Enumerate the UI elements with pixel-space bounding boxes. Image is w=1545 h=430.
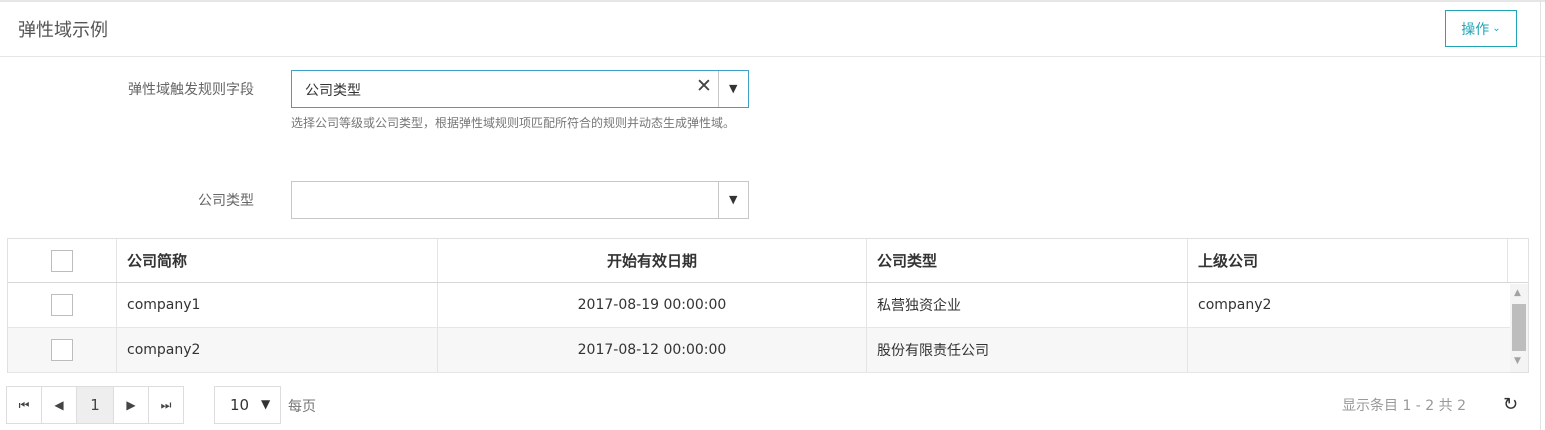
select-all-checkbox[interactable] bbox=[51, 249, 73, 272]
pagination-summary: 显示条目 1 - 2 共 2 bbox=[1342, 398, 1467, 414]
current-page-button[interactable]: 1 bbox=[76, 386, 114, 424]
cell-parent: company2 bbox=[1198, 297, 1272, 313]
chevron-down-icon: ⌄ bbox=[1492, 22, 1501, 34]
header-select-cell bbox=[8, 239, 117, 282]
table-row[interactable]: company1 2017-08-19 00:00:00 私营独资企业 comp… bbox=[8, 283, 1510, 328]
operations-label: 操作 bbox=[1461, 21, 1490, 38]
trigger-field-combobox[interactable]: 公司类型 ✕ ▼ bbox=[291, 70, 749, 108]
pagination: ⏮ ◀ 1 ▶ ⏭ bbox=[6, 386, 184, 424]
refresh-icon[interactable]: ↻ bbox=[1503, 394, 1518, 415]
company-grid: 公司简称 开始有效日期 公司类型 上级公司 company1 2017-08-1… bbox=[7, 238, 1529, 373]
dropdown-arrow-icon[interactable]: ▼ bbox=[729, 193, 737, 206]
dropdown-arrow-icon[interactable]: ▼ bbox=[729, 82, 737, 95]
dropdown-arrow-icon: ▼ bbox=[261, 397, 271, 411]
row-select-cell bbox=[8, 283, 117, 327]
scrollbar-thumb[interactable] bbox=[1512, 304, 1526, 351]
cell-type: 私营独资企业 bbox=[867, 283, 1188, 327]
company-type-combobox[interactable]: ▼ bbox=[291, 181, 749, 219]
next-page-icon[interactable]: ▶ bbox=[113, 386, 149, 424]
row-checkbox[interactable] bbox=[51, 294, 73, 316]
per-page-label: 每页 bbox=[288, 399, 316, 415]
cell-name: company2 bbox=[117, 328, 438, 372]
scroll-down-icon[interactable]: ▼ bbox=[1514, 356, 1521, 366]
grid-vertical-scrollbar[interactable]: ▲ ▼ bbox=[1510, 284, 1528, 372]
table-row[interactable]: company2 2017-08-12 00:00:00 股份有限责任公司 bbox=[8, 328, 1510, 373]
page-header: 弹性域示例 操作 ⌄ bbox=[0, 0, 1545, 57]
first-page-icon[interactable]: ⏮ bbox=[6, 386, 42, 424]
clear-icon[interactable]: ✕ bbox=[696, 77, 712, 96]
row-checkbox[interactable] bbox=[51, 339, 73, 361]
page-size-select[interactable]: 10 ▼ bbox=[214, 386, 281, 424]
column-header-parent[interactable]: 上级公司 bbox=[1188, 239, 1508, 282]
right-edge-border bbox=[1540, 0, 1545, 430]
page-size-value: 10 bbox=[230, 396, 250, 414]
company-type-label: 公司类型 bbox=[198, 193, 254, 209]
last-page-icon[interactable]: ⏭ bbox=[148, 386, 184, 424]
column-header-start-date[interactable]: 开始有效日期 bbox=[438, 239, 867, 282]
cell-parent bbox=[1188, 328, 1510, 372]
combobox-divider bbox=[718, 71, 719, 107]
cell-start-date: 2017-08-19 00:00:00 bbox=[438, 283, 867, 327]
cell-start-date: 2017-08-12 00:00:00 bbox=[438, 328, 867, 372]
trigger-field-label: 弹性域触发规则字段 bbox=[128, 82, 254, 98]
row-select-cell bbox=[8, 328, 117, 372]
page-title: 弹性域示例 bbox=[18, 20, 108, 41]
trigger-field-value[interactable]: 公司类型 bbox=[305, 80, 361, 100]
trigger-field-hint: 选择公司等级或公司类型，根据弹性域规则项匹配所符合的规则并动态生成弹性域。 bbox=[291, 116, 736, 130]
cell-name: company1 bbox=[117, 283, 438, 327]
scroll-up-icon[interactable]: ▲ bbox=[1514, 288, 1521, 298]
prev-page-icon[interactable]: ◀ bbox=[41, 386, 77, 424]
operations-button[interactable]: 操作 ⌄ bbox=[1445, 10, 1517, 47]
column-header-name[interactable]: 公司简称 bbox=[117, 239, 438, 282]
cell-type: 股份有限责任公司 bbox=[867, 328, 1188, 372]
combobox-divider bbox=[718, 182, 719, 218]
grid-header: 公司简称 开始有效日期 公司类型 上级公司 bbox=[8, 239, 1528, 283]
column-header-type[interactable]: 公司类型 bbox=[867, 239, 1188, 282]
